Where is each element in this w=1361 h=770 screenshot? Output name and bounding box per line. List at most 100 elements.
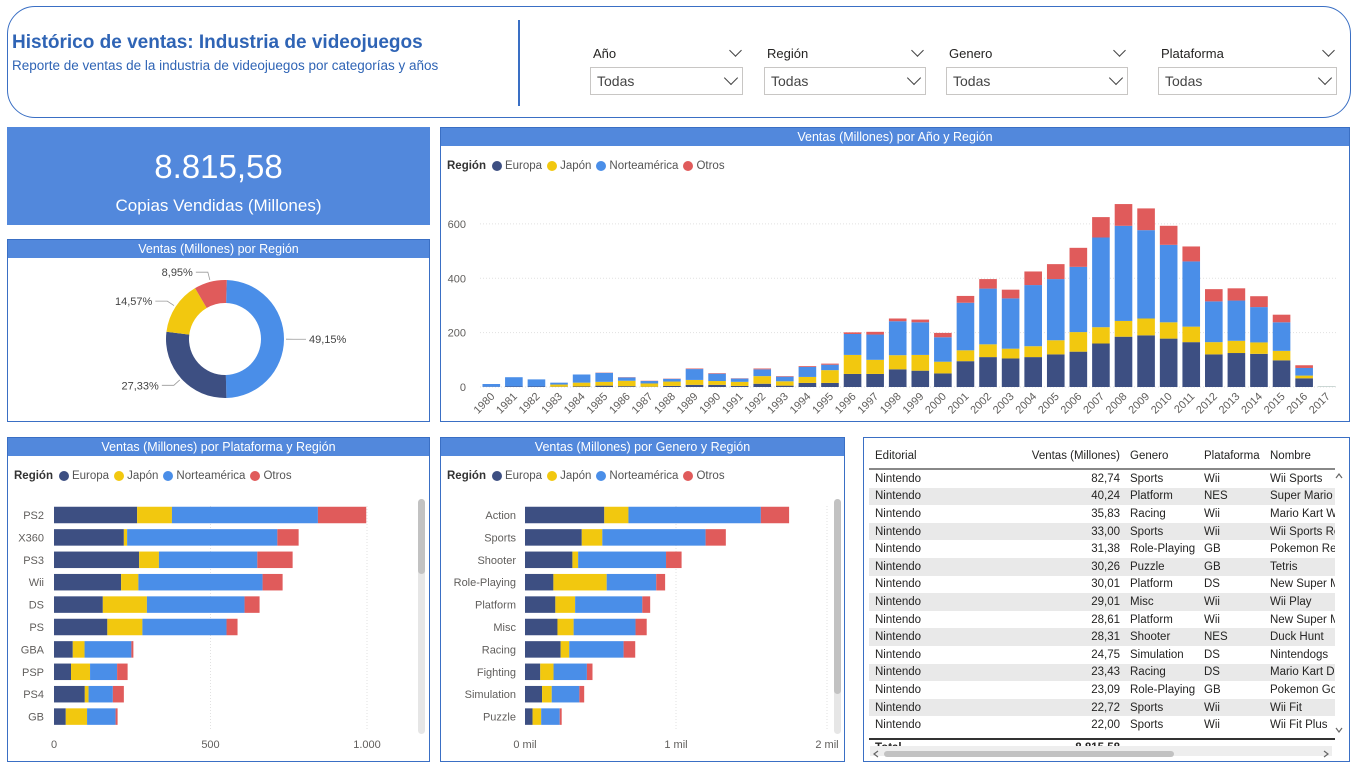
- column-header-genero[interactable]: Genero: [1124, 450, 1198, 462]
- scrollbar-thumb[interactable]: [834, 499, 841, 694]
- bar-segment-japón: [139, 551, 159, 569]
- bar-segment-otros: [1092, 217, 1110, 238]
- chevron-down-icon[interactable]: [1322, 44, 1335, 57]
- filter-region-dropdown[interactable]: Todas: [764, 67, 926, 95]
- table-row[interactable]: Nintendo 30,01 Platform DS New Super M: [869, 576, 1335, 594]
- filter-region-value: Todas: [771, 73, 809, 89]
- y-category-label: Simulation: [465, 689, 516, 701]
- table-row[interactable]: Nintendo 23,43 Racing DS Mario Kart D: [869, 663, 1335, 682]
- platform-chart-scrollbar[interactable]: [418, 499, 425, 734]
- chevron-down-icon[interactable]: [1108, 70, 1124, 86]
- donut-leader-line: [155, 300, 175, 306]
- filter-genre-header[interactable]: Genero: [946, 44, 1128, 62]
- table-row[interactable]: Nintendo 30,26 Puzzle GB Tetris: [869, 558, 1335, 576]
- bar-segment-europa: [1295, 378, 1313, 387]
- bar-segment-norteamérica: [888, 321, 907, 356]
- bar-segment-otros: [705, 529, 726, 546]
- bar-segment-norteamérica: [979, 288, 997, 345]
- bar-segment-norteamérica: [617, 377, 636, 381]
- table-row[interactable]: Nintendo 23,09 Role-Playing GB Pokemon Go: [869, 681, 1335, 699]
- bar-segment-europa: [1001, 358, 1020, 387]
- table-row[interactable]: Nintendo 28,61 Platform Wii New Super M: [869, 611, 1335, 629]
- column-header-plataforma[interactable]: Plataforma: [1198, 450, 1264, 462]
- table-row[interactable]: Nintendo 24,75 Simulation DS Nintendogs: [869, 646, 1335, 664]
- chevron-right-icon[interactable]: [1323, 750, 1329, 758]
- table-row[interactable]: Nintendo 40,24 Platform NES Super Mario: [869, 487, 1335, 506]
- bar-segment-otros: [1137, 208, 1155, 231]
- table-cell: Shooter: [1130, 631, 1171, 644]
- x-tick-label: 1 mil: [664, 739, 687, 751]
- table-row[interactable]: Nintendo 35,83 Racing Wii Mario Kart W: [869, 505, 1335, 523]
- column-header-nombre[interactable]: Nombre: [1264, 450, 1335, 462]
- chevron-left-icon[interactable]: [873, 750, 879, 758]
- bar-segment-otros: [131, 641, 134, 658]
- chevron-down-icon[interactable]: [1317, 70, 1333, 86]
- chevron-down-icon[interactable]: [906, 70, 922, 86]
- chevron-down-icon[interactable]: [729, 44, 742, 57]
- filter-year-dropdown[interactable]: Todas: [590, 67, 743, 95]
- table-row[interactable]: Nintendo 31,38 Role-Playing GB Pokemon Re: [869, 540, 1335, 558]
- scrollbar-thumb[interactable]: [884, 751, 1174, 757]
- column-header-editorial[interactable]: Editorial: [869, 450, 1029, 462]
- chevron-down-icon[interactable]: [1335, 727, 1343, 733]
- chevron-down-icon[interactable]: [723, 70, 739, 86]
- bar-segment-europa: [685, 384, 704, 387]
- table-cell: New Super M: [1270, 613, 1335, 626]
- table-row[interactable]: Nintendo 28,31 Shooter NES Duck Hunt: [869, 628, 1335, 646]
- y-category-label: Misc: [493, 622, 516, 634]
- bar-segment-otros: [244, 596, 260, 613]
- bar-segment-europa: [525, 506, 605, 524]
- bar-segment-otros: [579, 685, 585, 703]
- chevron-down-icon[interactable]: [1113, 44, 1126, 57]
- column-header-ventas[interactable]: ▼Ventas (Millones): [1029, 450, 1124, 462]
- table-cell: Nintendo: [875, 595, 922, 608]
- bar-segment-japón: [102, 596, 147, 613]
- bar-segment-otros: [798, 366, 817, 367]
- table-row[interactable]: Nintendo 33,00 Sports Wii Wii Sports Re: [869, 522, 1335, 541]
- bar-segment-japón: [595, 381, 613, 386]
- bar-segment-japón: [581, 529, 603, 546]
- filter-genre-dropdown[interactable]: Todas: [946, 67, 1128, 95]
- chevron-down-icon[interactable]: [911, 44, 924, 57]
- bar-segment-norteamérica: [1182, 261, 1201, 327]
- table-row[interactable]: Nintendo 22,72 Sports Wii Wii Fit: [869, 698, 1335, 717]
- filter-region-header[interactable]: Región: [764, 44, 926, 62]
- bar-segment-europa: [617, 386, 636, 387]
- bar-segment-norteamérica: [505, 377, 523, 387]
- table-cell: 30,01: [1091, 578, 1120, 591]
- filter-platform-header[interactable]: Plataforma: [1158, 44, 1337, 62]
- genre-chart-scrollbar[interactable]: [834, 499, 841, 734]
- bar-segment-japón: [776, 381, 794, 386]
- x-tick-label: 1987: [630, 391, 656, 417]
- table-row[interactable]: Nintendo 82,74 Sports Wii Wii Sports: [869, 470, 1335, 488]
- y-category-label: Wii: [29, 577, 44, 589]
- table-cell: 24,75: [1091, 648, 1120, 661]
- table-header-row: Editorial ▼Ventas (Millones) Genero Plat…: [869, 444, 1335, 470]
- table-horizontal-scrollbar[interactable]: [870, 746, 1332, 758]
- bar-segment-otros: [226, 618, 238, 636]
- table-row[interactable]: Nintendo 29,01 Misc Wii Wii Play: [869, 593, 1335, 611]
- bar-segment-norteamérica: [602, 529, 706, 546]
- table-row[interactable]: Nintendo 22,00 Sports Wii Wii Fit Plus: [869, 716, 1335, 734]
- bar-segment-europa: [753, 383, 772, 387]
- bar-segment-europa: [505, 386, 523, 387]
- bar-segment-japón: [1227, 340, 1246, 354]
- chevron-up-icon[interactable]: [1335, 473, 1343, 479]
- header-divider: [518, 20, 520, 106]
- table-vertical-scrollbar[interactable]: [1334, 472, 1344, 734]
- bar-segment-europa: [843, 373, 862, 387]
- table-cell: Wii Sports Re: [1270, 525, 1335, 538]
- scrollbar-thumb[interactable]: [418, 499, 425, 574]
- filter-platform-dropdown[interactable]: Todas: [1158, 67, 1337, 95]
- table-cell: 31,38: [1091, 543, 1120, 556]
- table-cell: Role-Playing: [1130, 683, 1196, 696]
- filter-year-header[interactable]: Año: [590, 44, 744, 62]
- bar-segment-europa: [525, 685, 543, 703]
- bar-segment-otros: [1046, 264, 1065, 280]
- genre-chart-title: Ventas (Millones) por Genero y Región: [441, 438, 844, 456]
- bar-segment-norteamérica: [934, 337, 952, 362]
- bar-segment-norteamérica: [1205, 301, 1223, 343]
- bar-segment-norteamérica: [138, 573, 263, 591]
- y-category-label: Role-Playing: [454, 577, 516, 589]
- bar-segment-europa: [1182, 342, 1201, 387]
